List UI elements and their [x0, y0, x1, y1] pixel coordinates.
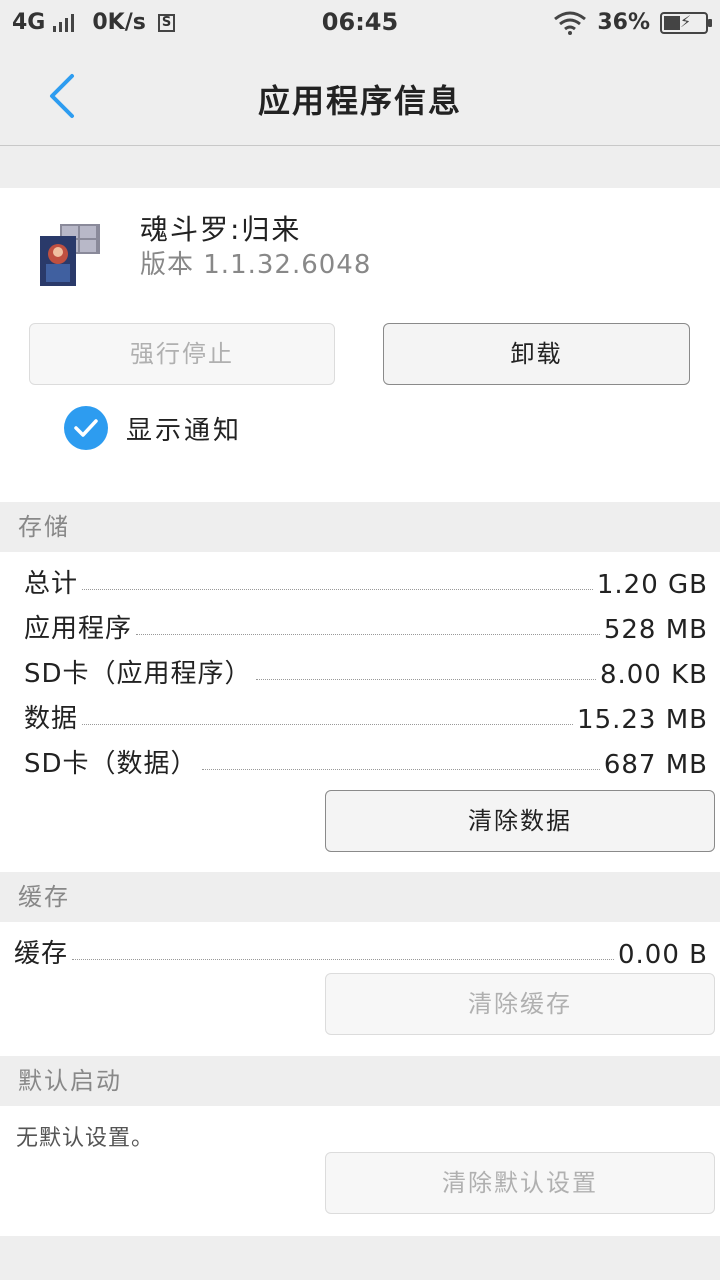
status-bar: 4G 0K/s S 06:45 36% ⚡ — [0, 0, 720, 48]
status-right: 36% ⚡ — [553, 10, 712, 35]
clear-data-button[interactable]: 清除数据 — [325, 790, 715, 852]
dotted-leader — [201, 769, 600, 770]
storage-label: 应用程序 — [24, 614, 133, 644]
battery-icon: ⚡ — [660, 11, 712, 34]
storage-value: 1.20 GB — [596, 570, 708, 600]
dotted-leader — [82, 724, 574, 725]
page-title: 应用程序信息 — [257, 82, 462, 120]
storage-row-total: 总计 1.20 GB — [24, 560, 708, 600]
storage-card: 总计 1.20 GB 应用程序 528 MB SD卡（应用程序） 8.00 KB… — [0, 552, 720, 872]
storage-value: 528 MB — [603, 615, 708, 645]
storage-row-data: 数据 15.23 MB — [24, 695, 708, 735]
cache-section-header: 缓存 — [0, 872, 720, 922]
storage-value: 687 MB — [603, 750, 708, 780]
storage-row-sd-data: SD卡（数据） 687 MB — [24, 740, 708, 780]
app-version: 版本 1.1.32.6048 — [140, 250, 372, 280]
storage-label: 数据 — [24, 704, 79, 734]
default-launch-card: 无默认设置。 清除默认设置 — [0, 1106, 720, 1236]
storage-label: SD卡（应用程序） — [24, 659, 252, 689]
dotted-leader — [82, 589, 593, 590]
show-notification-label: 显示通知 — [126, 416, 243, 446]
checkmark-icon — [74, 419, 98, 437]
storage-row-sd-app: SD卡（应用程序） 8.00 KB — [24, 650, 708, 690]
title-bar: 应用程序信息 — [0, 48, 720, 146]
default-launch-section-header: 默认启动 — [0, 1056, 720, 1106]
app-info-card: 魂斗罗:归来 版本 1.1.32.6048 强行停止 卸载 显示通知 — [0, 188, 720, 502]
dotted-leader — [136, 634, 600, 635]
app-icon — [40, 224, 100, 286]
force-stop-button[interactable]: 强行停止 — [29, 323, 335, 385]
cache-label: 缓存 — [14, 939, 69, 969]
storage-value: 15.23 MB — [577, 705, 708, 735]
cache-card: 缓存 0.00 B 清除缓存 — [0, 922, 720, 1056]
show-notification-checkbox[interactable] — [64, 406, 108, 450]
storage-row-app: 应用程序 528 MB — [24, 605, 708, 645]
app-name: 魂斗罗:归来 — [140, 213, 302, 246]
uninstall-button[interactable]: 卸载 — [383, 323, 690, 385]
storage-value: 8.00 KB — [599, 660, 708, 690]
storage-label: 总计 — [24, 569, 79, 599]
cache-row: 缓存 0.00 B — [14, 930, 708, 970]
storage-label: SD卡（数据） — [24, 749, 198, 779]
cache-value: 0.00 B — [618, 940, 708, 970]
clear-defaults-button[interactable]: 清除默认设置 — [325, 1152, 715, 1214]
storage-section-header: 存储 — [0, 502, 720, 552]
dotted-leader — [255, 679, 596, 680]
no-defaults-text: 无默认设置。 — [16, 1126, 155, 1151]
dotted-leader — [72, 959, 614, 960]
battery-percent: 36% — [597, 10, 650, 35]
clear-cache-button[interactable]: 清除缓存 — [325, 973, 715, 1035]
wifi-icon — [554, 11, 587, 35]
